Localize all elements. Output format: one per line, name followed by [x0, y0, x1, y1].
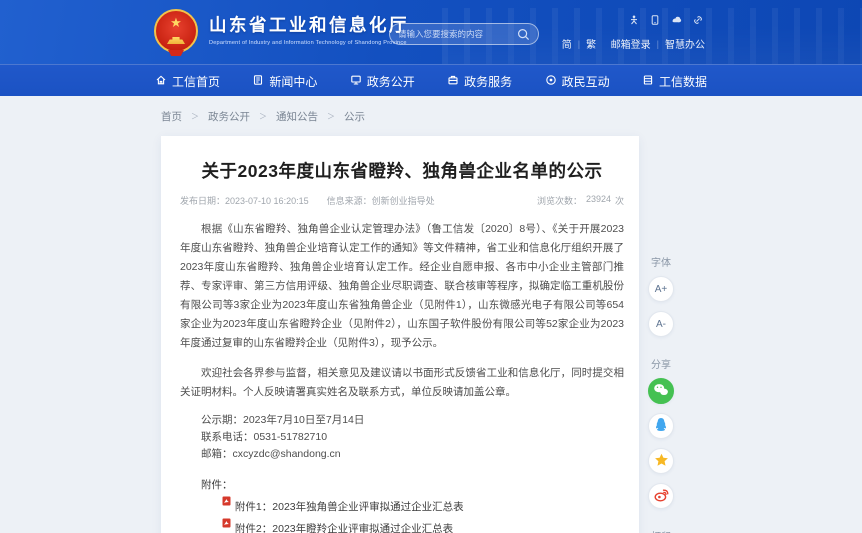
home-icon — [155, 74, 167, 89]
site-subtitle: Department of Industry and Information T… — [209, 40, 409, 46]
attachment-link-2[interactable]: 附件2：2023年瞪羚企业评审拟通过企业汇总表 — [180, 516, 624, 533]
attachments-section: 附件： 附件1：2023年独角兽企业评审拟通过企业汇总表 附件2：2023年瞪羚… — [180, 476, 624, 533]
side-toolbar: 字体 A+ A- 分享 打印 — [642, 244, 680, 533]
breadcrumb-separator: ＞ — [259, 111, 267, 122]
contact-phone: 联系电话：0531-51782710 — [180, 429, 624, 446]
site-banner: ★ 山东省工业和信息化厅 Department of Industry and … — [0, 0, 862, 64]
share-link-icon[interactable] — [693, 12, 703, 30]
content-area: 关于2023年度山东省瞪羚、独角兽企业名单的公示 发布日期： 2023-07-1… — [153, 136, 709, 533]
contact-info: 公示期：2023年7月10日至7月14日 联系电话：0531-51782710 … — [180, 412, 624, 463]
search-box — [389, 23, 539, 45]
site-logo: ★ — [153, 9, 199, 56]
divider: | — [657, 39, 659, 49]
national-emblem-icon: ★ — [154, 9, 198, 53]
nav-item-disclosure[interactable]: 政务公开 — [348, 73, 417, 90]
site-title: 山东省工业和信息化厅 — [209, 12, 409, 37]
qzone-star-icon — [654, 453, 669, 470]
mobile-icon[interactable] — [650, 12, 660, 30]
pdf-icon — [201, 516, 231, 533]
smart-office-link[interactable]: 智慧办公 — [665, 36, 705, 51]
accessibility-icon[interactable] — [629, 12, 639, 30]
nav-item-data[interactable]: 工信数据 — [640, 73, 709, 90]
breadcrumb-separator: ＞ — [191, 111, 199, 122]
attachment-label: 附件1：2023年独角兽企业评审拟通过企业汇总表 — [235, 501, 464, 513]
search-input[interactable] — [398, 29, 517, 39]
lang-traditional[interactable]: 繁 — [586, 36, 596, 51]
nav-label: 政务公开 — [367, 73, 415, 90]
nav-label: 政民互动 — [562, 73, 610, 90]
database-icon — [642, 74, 654, 89]
print-label: 打印 — [651, 528, 671, 533]
attachments-label: 附件： — [180, 476, 624, 494]
font-decrease-text: A- — [656, 319, 666, 330]
mail-login-link[interactable]: 邮箱登录 — [611, 36, 651, 51]
hand-app-icon[interactable] — [671, 12, 682, 30]
share-qq-button[interactable] — [648, 413, 674, 439]
attachment-label: 附件2：2023年瞪羚企业评审拟通过企业汇总表 — [235, 523, 453, 533]
publish-date-label: 发布日期： — [180, 194, 225, 207]
contact-email: 邮箱：cxcyzdc@shandong.cn — [180, 446, 624, 463]
article-body: 根据《山东省瞪羚、独角兽企业认定管理办法》（鲁工信发〔2020〕8号）、《关于开… — [180, 220, 624, 402]
source-label: 信息来源： — [327, 194, 372, 207]
interaction-icon — [545, 74, 557, 89]
font-decrease-button[interactable]: A- — [648, 311, 674, 337]
breadcrumb-disclosure[interactable]: 政务公开 — [208, 109, 250, 124]
briefcase-icon — [447, 74, 459, 89]
nav-label: 政务服务 — [464, 73, 512, 90]
monitor-icon — [350, 74, 362, 89]
paragraph-2: 欢迎社会各界参与监督，相关意见及建议请以书面形式反馈省工业和信息化厅，同时提交相… — [180, 364, 624, 402]
news-icon — [252, 74, 264, 89]
nav-label: 工信首页 — [172, 73, 220, 90]
nav-item-services[interactable]: 政务服务 — [445, 73, 514, 90]
share-label: 分享 — [651, 356, 671, 371]
font-increase-button[interactable]: A+ — [648, 276, 674, 302]
attachment-link-1[interactable]: 附件1：2023年独角兽企业评审拟通过企业汇总表 — [180, 494, 624, 516]
source-value: 创新创业指导处 — [372, 194, 435, 207]
breadcrumb: 首页 ＞ 政务公开 ＞ 通知公告 ＞ 公示 — [153, 96, 709, 124]
views-unit: 次 — [615, 194, 624, 207]
publish-date-value: 2023-07-10 16:20:15 — [225, 196, 309, 206]
divider: | — [578, 39, 580, 49]
pdf-icon — [201, 494, 231, 512]
nav-item-interaction[interactable]: 政民互动 — [543, 73, 612, 90]
share-weibo-button[interactable] — [648, 483, 674, 509]
site-identity: 山东省工业和信息化厅 Department of Industry and In… — [209, 12, 409, 46]
lang-simplified[interactable]: 简 — [562, 36, 572, 51]
views-value: 23924 — [586, 194, 611, 207]
breadcrumb-separator: ＞ — [327, 111, 335, 122]
breadcrumb-notices[interactable]: 通知公告 — [276, 109, 318, 124]
font-size-label: 字体 — [651, 254, 671, 269]
share-qzone-button[interactable] — [648, 448, 674, 474]
main-nav: 工信首页 新闻中心 政务公开 政务服务 政民互动 工信数据 — [0, 64, 862, 96]
breadcrumb-home[interactable]: 首页 — [161, 109, 182, 124]
weibo-icon — [654, 488, 669, 505]
views-label: 浏览次数： — [537, 194, 582, 207]
article-meta: 发布日期： 2023-07-10 16:20:15 信息来源： 创新创业指导处 … — [180, 194, 624, 207]
public-period: 公示期：2023年7月10日至7月14日 — [180, 412, 624, 429]
page: ★ 山东省工业和信息化厅 Department of Industry and … — [0, 0, 862, 533]
qq-icon — [654, 417, 668, 435]
paragraph-1: 根据《山东省瞪羚、独角兽企业认定管理办法》（鲁工信发〔2020〕8号）、《关于开… — [180, 220, 624, 353]
article-title: 关于2023年度山东省瞪羚、独角兽企业名单的公示 — [180, 158, 624, 183]
breadcrumb-current: 公示 — [344, 109, 365, 124]
article-card: 关于2023年度山东省瞪羚、独角兽企业名单的公示 发布日期： 2023-07-1… — [161, 136, 639, 533]
font-increase-text: A+ — [655, 284, 668, 295]
search-icon[interactable] — [517, 28, 530, 41]
share-wechat-button[interactable] — [648, 378, 674, 404]
nav-item-news[interactable]: 新闻中心 — [250, 73, 319, 90]
header-quick-area: 简 | 繁 邮箱登录 | 智慧办公 — [562, 12, 705, 51]
nav-label: 工信数据 — [659, 73, 707, 90]
nav-item-home[interactable]: 工信首页 — [153, 73, 222, 90]
divider — [602, 39, 605, 49]
wechat-icon — [653, 383, 669, 400]
nav-label: 新闻中心 — [269, 73, 317, 90]
emblem-ribbon — [168, 50, 184, 56]
